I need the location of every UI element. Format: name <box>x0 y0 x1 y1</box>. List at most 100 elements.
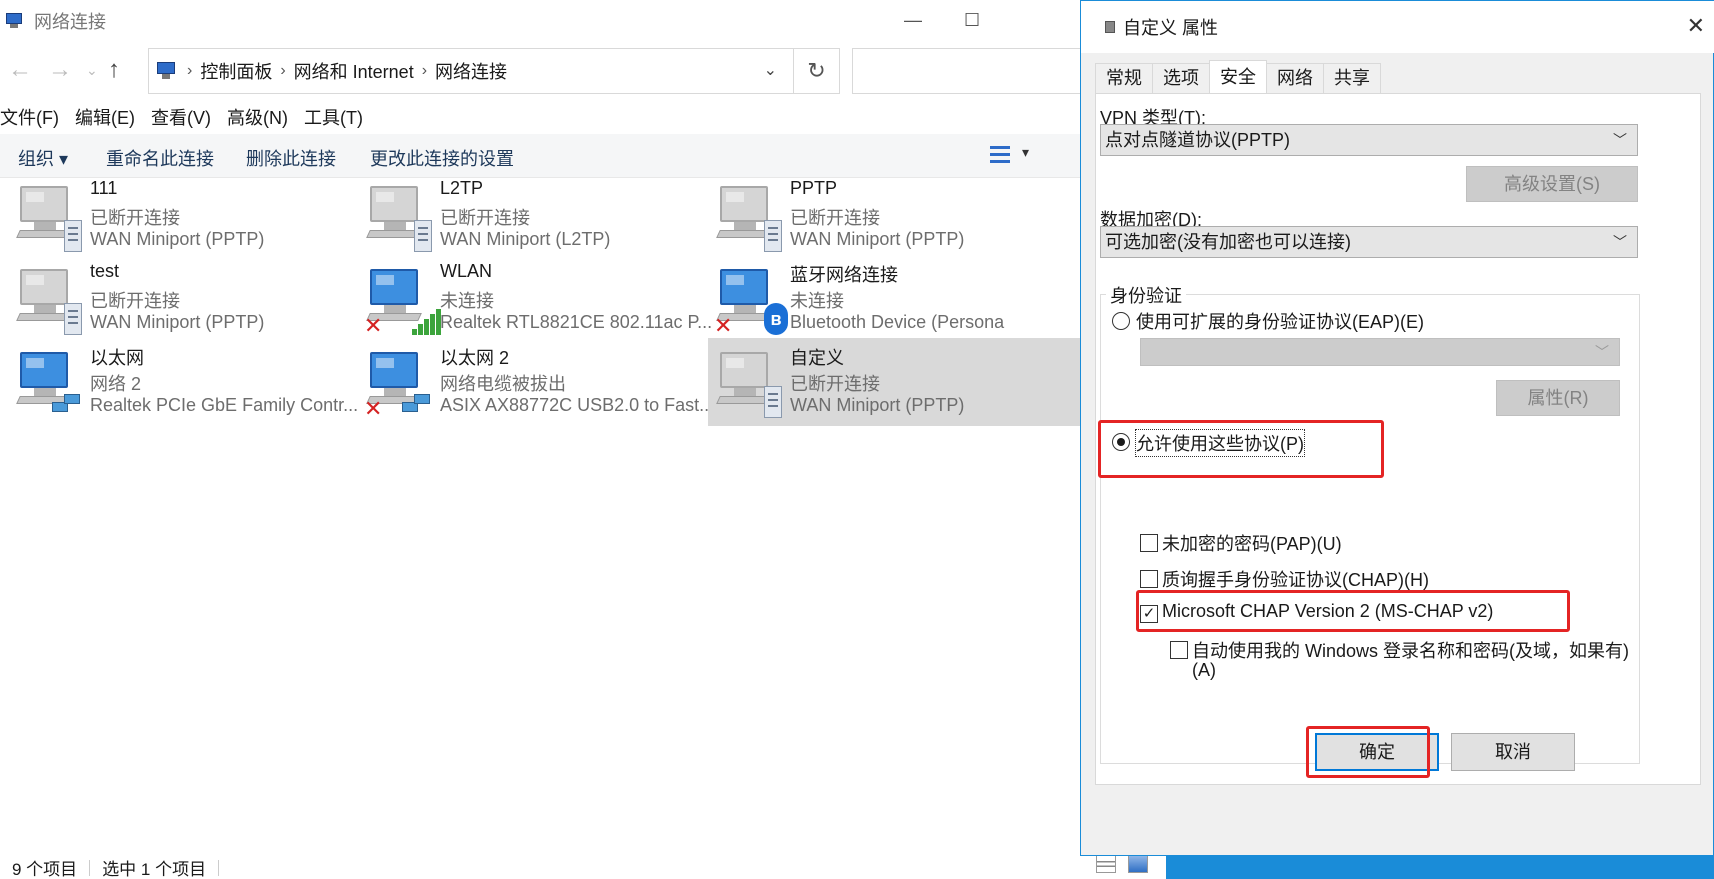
refresh-button[interactable]: ↻ <box>794 48 840 94</box>
connection-device: Realtek RTL8821CE 802.11ac P... <box>440 312 713 332</box>
connection-item-l2tp[interactable]: L2TP 已断开连接 WAN Miniport (L2TP) <box>350 172 730 260</box>
refresh-icon: ↻ <box>807 58 826 83</box>
forward-arrow-icon[interactable]: → <box>48 56 72 84</box>
connection-device: ASIX AX88772C USB2.0 to Fast... <box>440 395 715 415</box>
eap-radio-label[interactable]: 使用可扩展的身份验证协议(EAP)(E) <box>1136 308 1424 334</box>
connection-device: Bluetooth Device (Persona <box>790 312 1005 332</box>
auto-logon-checkbox[interactable] <box>1170 641 1188 659</box>
ethernet-connection-icon: ✕ <box>364 348 430 420</box>
connection-item-test[interactable]: test 已断开连接 WAN Miniport (PPTP) <box>0 255 380 343</box>
status-separator <box>218 859 220 876</box>
tab-security[interactable]: 安全 <box>1209 60 1267 93</box>
selected-count: 选中 1 个项目 <box>102 860 207 879</box>
auto-logon-checkbox-label[interactable]: 自动使用我的 Windows 登录名称和密码(及域，如果有) <box>1192 637 1629 663</box>
tab-options[interactable]: 选项 <box>1152 63 1210 93</box>
vpn-connection-icon <box>714 182 782 254</box>
allow-protocols-radio-label[interactable]: 允许使用这些协议(P) <box>1135 429 1305 457</box>
connection-name: 以太网 <box>90 348 144 368</box>
encryption-value: 可选加密(没有加密也可以连接) <box>1105 232 1351 252</box>
chevron-down-icon: ﹀ <box>1613 234 1627 250</box>
connection-name: 以太网 2 <box>440 348 510 368</box>
address-dropdown-icon[interactable]: ⌄ <box>764 60 777 80</box>
disconnected-x-icon: ✕ <box>714 313 733 338</box>
eap-method-select[interactable]: ﹀ <box>1140 338 1620 366</box>
vpn-connection-icon <box>714 348 782 420</box>
change-view-icon[interactable] <box>990 144 1010 164</box>
vpn-type-value: 点对点隧道协议(PPTP) <box>1105 130 1291 150</box>
mschap-v2-checkbox-label[interactable]: Microsoft CHAP Version 2 (MS-CHAP v2) <box>1162 601 1493 622</box>
back-arrow-icon[interactable]: ← <box>8 56 32 84</box>
menu-tools[interactable]: 工具(T) <box>304 104 363 132</box>
menu-view[interactable]: 查看(V) <box>151 104 211 132</box>
address-bar[interactable]: › 控制面板 › 网络和 Internet › 网络连接 ⌄ <box>148 48 794 94</box>
chevron-down-icon: ﹀ <box>1613 132 1627 148</box>
dialog-tabs: 常规 选项 安全 网络 共享 <box>1095 60 1381 93</box>
control-panel-icon <box>155 61 179 81</box>
connection-item-wlan[interactable]: ✕ WLAN 未连接 Realtek RTL8821CE 802.11ac P.… <box>350 255 730 343</box>
allow-protocols-radio[interactable] <box>1112 433 1130 451</box>
security-tab-panel: VPN 类型(T): 点对点隧道协议(PPTP) ﹀ 高级设置(S) 数据加密(… <box>1095 93 1701 785</box>
tab-networking[interactable]: 网络 <box>1266 63 1324 93</box>
connection-item-111[interactable]: 111 已断开连接 WAN Miniport (PPTP) <box>0 172 380 260</box>
item-count: 9 个项目 <box>12 860 78 879</box>
disconnected-x-icon: ✕ <box>364 396 383 421</box>
bluetooth-icon: ʙ <box>764 303 788 335</box>
pap-checkbox[interactable] <box>1140 534 1158 552</box>
cancel-button[interactable]: 取消 <box>1451 733 1575 771</box>
rename-connection-button[interactable]: 重命名此连接 <box>106 145 214 171</box>
maximize-icon[interactable]: ☐ <box>964 10 980 31</box>
tab-sharing[interactable]: 共享 <box>1323 63 1381 93</box>
organize-button[interactable]: 组织 ▾ <box>18 145 68 171</box>
connection-name: 自定义 <box>790 348 844 368</box>
encryption-select[interactable]: 可选加密(没有加密也可以连接) ﹀ <box>1100 226 1638 258</box>
details-view-icon[interactable] <box>1096 855 1116 873</box>
view-dropdown-icon[interactable]: ▾ <box>1022 144 1029 161</box>
pap-checkbox-label[interactable]: 未加密的密码(PAP)(U) <box>1162 530 1342 556</box>
connection-device: WAN Miniport (L2TP) <box>440 229 611 249</box>
advanced-settings-button[interactable]: 高级设置(S) <box>1466 166 1638 202</box>
vpn-type-select[interactable]: 点对点隧道协议(PPTP) ﹀ <box>1100 124 1638 156</box>
menu-file[interactable]: 文件(F) <box>0 104 59 132</box>
delete-connection-button[interactable]: 删除此连接 <box>246 145 336 171</box>
tab-general[interactable]: 常规 <box>1095 63 1153 93</box>
connection-status: 未连接 <box>440 291 494 311</box>
eap-properties-button[interactable]: 属性(R) <box>1496 380 1620 416</box>
connection-status: 未连接 <box>790 291 844 311</box>
eap-radio[interactable] <box>1112 312 1130 330</box>
connection-item-ethernet-2[interactable]: ✕ 以太网 2 网络电缆被拔出 ASIX AX88772C USB2.0 to … <box>350 338 730 426</box>
dialog-title-bar: 自定义 属性 ✕ <box>1081 1 1714 53</box>
disconnected-x-icon: ✕ <box>364 313 383 338</box>
up-arrow-icon[interactable]: ↑ <box>108 56 120 84</box>
connection-status: 已断开连接 <box>90 208 180 228</box>
breadcrumb-network-internet[interactable]: 网络和 Internet <box>294 58 414 84</box>
ok-button[interactable]: 确定 <box>1315 733 1439 771</box>
large-icons-view-icon[interactable] <box>1128 855 1148 873</box>
minimize-icon[interactable]: — <box>904 10 922 31</box>
connection-item-pptp[interactable]: PPTP 已断开连接 WAN Miniport (PPTP) <box>700 172 1080 260</box>
menu-advanced[interactable]: 高级(N) <box>227 104 288 132</box>
connection-name: test <box>90 261 120 281</box>
chap-checkbox-label[interactable]: 质询握手身份验证协议(CHAP)(H) <box>1162 566 1429 592</box>
navigation-bar: ← → ⌄ ↑ › 控制面板 › 网络和 Internet › 网络连接 ⌄ ↻ <box>0 48 1080 96</box>
breadcrumb-control-panel[interactable]: 控制面板 <box>200 58 272 84</box>
change-settings-button[interactable]: 更改此连接的设置 <box>370 145 514 171</box>
authentication-group-title: 身份验证 <box>1106 282 1186 308</box>
connection-item-custom[interactable]: 自定义 已断开连接 WAN Miniport (PPTP) <box>708 338 1088 426</box>
connection-name: L2TP <box>440 178 484 198</box>
connection-name: 蓝牙网络连接 <box>790 265 898 285</box>
recent-locations-chevron-icon[interactable]: ⌄ <box>86 62 98 79</box>
status-separator <box>89 859 91 876</box>
menu-edit[interactable]: 编辑(E) <box>75 104 135 132</box>
breadcrumb-network-connections[interactable]: 网络连接 <box>435 58 507 84</box>
connection-device: WAN Miniport (PPTP) <box>790 229 965 249</box>
close-icon[interactable]: ✕ <box>1687 13 1705 39</box>
connection-status: 网络 2 <box>90 374 142 394</box>
connection-device: WAN Miniport (PPTP) <box>790 395 965 415</box>
connection-item-ethernet[interactable]: 以太网 网络 2 Realtek PCIe GbE Family Contr..… <box>0 338 380 426</box>
mschap-v2-checkbox[interactable]: ✓ <box>1140 605 1158 623</box>
connection-item-bluetooth[interactable]: ʙ ✕ 蓝牙网络连接 未连接 Bluetooth Device (Persona <box>700 255 1080 343</box>
search-input[interactable] <box>852 48 1080 94</box>
connection-status: 已断开连接 <box>90 291 180 311</box>
connection-status: 已断开连接 <box>440 208 530 228</box>
chap-checkbox[interactable] <box>1140 570 1158 588</box>
